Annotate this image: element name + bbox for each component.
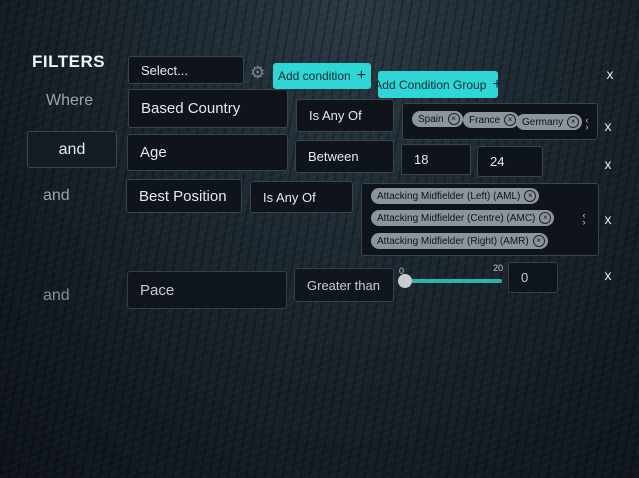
age-min-value: 18: [414, 152, 429, 167]
row-connector-and: and: [43, 187, 70, 204]
close-filters-button[interactable]: x: [603, 66, 617, 82]
condition-select[interactable]: Select...: [128, 56, 244, 84]
chip-label: Germany: [522, 116, 564, 128]
chip-label: Attacking Midfielder (Centre) (AMC): [377, 212, 536, 224]
chip-aml[interactable]: Attacking Midfielder (Left) (AML) ×: [371, 188, 540, 204]
condition-select-placeholder: Select...: [141, 62, 188, 78]
close-circle-icon[interactable]: ×: [504, 114, 517, 126]
chip-label: Attacking Midfielder (Left) (AML): [377, 190, 521, 202]
operator-select-between[interactable]: Between: [295, 140, 394, 173]
field-select-pace[interactable]: Pace: [127, 271, 287, 309]
position-multiselect[interactable]: Attacking Midfielder (Left) (AML) × Atta…: [361, 183, 599, 256]
plus-icon: +: [492, 75, 502, 93]
field-select-age[interactable]: Age: [127, 134, 288, 171]
chevron-up-down-icon[interactable]: ‹ ›: [582, 116, 592, 132]
field-select-label: Age: [140, 144, 167, 161]
chip-label: Attacking Midfielder (Right) (AMR): [377, 235, 529, 247]
close-circle-icon[interactable]: ×: [532, 235, 545, 247]
add-condition-group-label: Add Condition Group: [374, 77, 487, 92]
operator-select-label: Is Any Of: [263, 189, 316, 205]
remove-row-button[interactable]: x: [601, 267, 615, 283]
field-select-label: Based Country: [141, 100, 241, 117]
row-connector-label: and: [58, 140, 86, 158]
slider-thumb[interactable]: [398, 274, 412, 288]
pace-value: 0: [521, 270, 529, 285]
row-connector-and: and: [43, 287, 70, 304]
operator-select-label: Greater than: [307, 277, 380, 293]
chip-label: France: [469, 114, 501, 126]
chip-label: Spain: [418, 113, 444, 125]
row-connector-where: Where: [46, 92, 94, 109]
field-select-best-position[interactable]: Best Position: [126, 179, 242, 213]
plus-icon: +: [356, 67, 367, 84]
pace-slider[interactable]: [398, 274, 502, 288]
chip-amc[interactable]: Attacking Midfielder (Centre) (AMC) ×: [371, 210, 555, 226]
close-circle-icon[interactable]: ×: [524, 190, 537, 202]
remove-row-button[interactable]: x: [601, 156, 615, 172]
close-circle-icon[interactable]: ×: [567, 116, 580, 128]
add-condition-group-button[interactable]: Add Condition Group +: [374, 71, 502, 98]
close-circle-icon[interactable]: ×: [447, 113, 460, 125]
gear-icon[interactable]: ⚙: [250, 63, 265, 83]
slider-max-label: 20: [493, 263, 504, 273]
add-condition-label: Add condition: [277, 69, 351, 83]
chip-germany[interactable]: Germany ×: [516, 114, 583, 130]
age-max-input[interactable]: 24: [477, 146, 543, 177]
field-select-label: Pace: [140, 281, 175, 299]
page-title: FILTERS: [32, 52, 106, 71]
add-condition-button[interactable]: Add condition +: [273, 63, 371, 89]
close-circle-icon[interactable]: ×: [539, 212, 552, 224]
field-select-label: Best Position: [139, 187, 227, 205]
age-min-input[interactable]: 18: [401, 144, 471, 175]
row-connector-and[interactable]: and: [27, 131, 117, 168]
age-max-value: 24: [490, 154, 505, 169]
operator-select-is-any-of[interactable]: Is Any Of: [296, 99, 394, 132]
field-select-based-country[interactable]: Based Country: [128, 89, 288, 128]
operator-select-label: Is Any Of: [309, 108, 362, 123]
remove-row-button[interactable]: x: [601, 211, 615, 227]
operator-select-greater-than[interactable]: Greater than: [294, 268, 394, 302]
remove-row-button[interactable]: x: [601, 118, 615, 134]
country-multiselect[interactable]: Spain × France × Germany × ‹ ›: [402, 103, 598, 140]
operator-select-label: Between: [308, 149, 359, 164]
slider-fill: [402, 279, 502, 283]
pace-value-input[interactable]: 0: [508, 262, 558, 293]
chip-spain[interactable]: Spain ×: [412, 111, 463, 127]
chip-amr[interactable]: Attacking Midfielder (Right) (AMR) ×: [371, 233, 548, 249]
operator-select-is-any-of[interactable]: Is Any Of: [250, 181, 353, 213]
chevron-up-down-icon[interactable]: ‹ ›: [579, 211, 589, 227]
chip-france[interactable]: France ×: [463, 112, 520, 128]
